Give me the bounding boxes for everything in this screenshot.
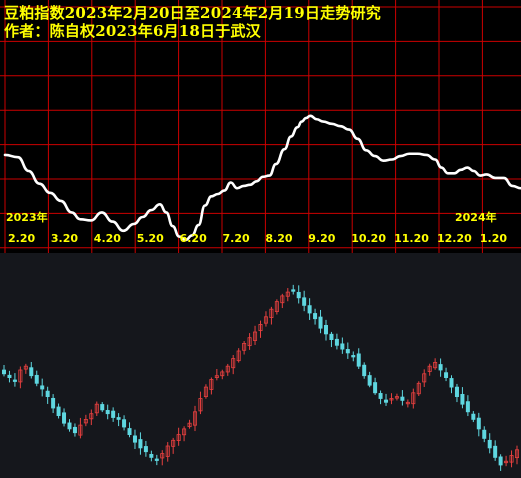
- candle-body: [400, 396, 405, 401]
- candle-body: [12, 379, 17, 382]
- candle-body: [56, 406, 61, 417]
- candle-body: [329, 333, 334, 341]
- candle-body: [149, 454, 154, 458]
- candle-body: [340, 343, 345, 350]
- candle-body: [111, 410, 116, 418]
- candle-body: [116, 417, 121, 420]
- x-tick-label: 2.20: [8, 232, 35, 245]
- year-label-2024: 2024年: [455, 210, 497, 224]
- x-tick-label: 9.20: [308, 232, 335, 245]
- candle-body: [67, 422, 72, 430]
- candle-body: [493, 445, 498, 458]
- candle-body: [154, 458, 159, 461]
- x-tick-label: 1.20: [480, 232, 507, 245]
- candle-body: [487, 439, 492, 449]
- candle-body: [291, 289, 296, 292]
- candle-body: [498, 456, 503, 466]
- x-tick-label: 3.20: [51, 232, 78, 245]
- candle-body: [302, 297, 307, 306]
- year-label-2023: 2023年: [6, 210, 48, 224]
- candle-body: [7, 374, 12, 379]
- candle-body: [62, 412, 67, 424]
- candle-body: [313, 313, 318, 320]
- candle-body: [362, 364, 367, 377]
- candle-body: [138, 439, 143, 449]
- candle-body: [449, 378, 454, 388]
- candle-body: [465, 401, 470, 413]
- candle-body: [334, 338, 339, 346]
- candle-body: [351, 355, 356, 358]
- x-tick-label: 11.20: [394, 232, 429, 245]
- candle-body: [127, 428, 132, 436]
- candle-body: [105, 410, 110, 415]
- candlestick-chart-panel: [0, 253, 521, 478]
- candle-body: [122, 419, 127, 428]
- candle-body: [307, 305, 312, 314]
- x-tick-label: 8.20: [265, 232, 292, 245]
- candle-body: [34, 374, 39, 384]
- candle-body: [378, 393, 383, 399]
- candle-body: [438, 364, 443, 371]
- candle-body: [296, 291, 301, 299]
- x-tick-label: 6.20: [180, 232, 207, 245]
- candle-body: [454, 386, 459, 398]
- candle-body: [2, 369, 7, 375]
- candle-body: [100, 404, 105, 411]
- candle-body: [51, 397, 56, 409]
- candle-body: [367, 375, 372, 386]
- candle-body: [471, 413, 476, 420]
- candle-body: [318, 316, 323, 329]
- candle-body: [323, 325, 328, 335]
- x-tick-label: 12.20: [437, 232, 472, 245]
- x-tick-label: 5.20: [137, 232, 164, 245]
- candle-body: [373, 382, 378, 394]
- candle-body: [482, 429, 487, 439]
- line-chart-panel: 2.20 3.20 4.20 5.20 6.20 7.20 8.20 9.20 10.20 11.…: [0, 0, 521, 253]
- candle-body: [356, 353, 361, 367]
- candle-body: [345, 349, 350, 354]
- candle-body: [72, 426, 77, 434]
- price-line: [3, 114, 521, 242]
- x-tick-label: 7.20: [223, 232, 250, 245]
- candle-body: [460, 393, 465, 405]
- x-tick-label: 4.20: [94, 232, 121, 245]
- candle-body: [384, 399, 389, 403]
- candle-body: [40, 385, 45, 390]
- x-tick-label: 10.20: [351, 232, 386, 245]
- candle-body: [444, 372, 449, 378]
- candle-body: [132, 435, 137, 443]
- candle-body: [45, 390, 50, 397]
- candlestick-chart-svg: [2, 284, 520, 471]
- candle-body: [476, 417, 481, 430]
- candle-body: [143, 446, 148, 453]
- candle-body: [29, 367, 34, 377]
- author-line: 作者：陈自权2023年6月18日于武汉: [4, 22, 261, 40]
